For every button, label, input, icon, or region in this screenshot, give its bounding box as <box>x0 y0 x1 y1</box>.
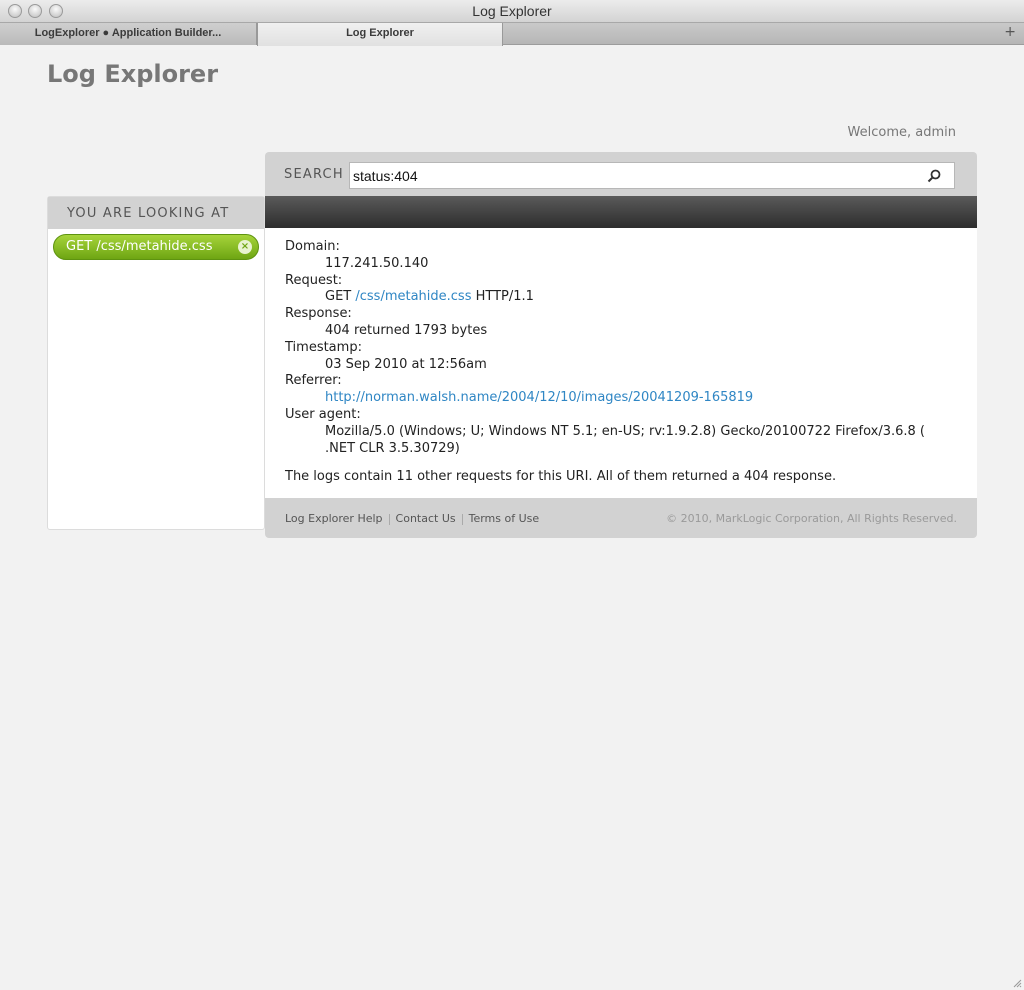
request-label: Request: <box>285 272 343 288</box>
timestamp-label: Timestamp: <box>285 339 362 355</box>
filter-label: GET /css/metahide.css <box>66 239 213 254</box>
resize-grip-icon[interactable] <box>1012 978 1022 988</box>
domain-value: 117.241.50.140 <box>325 255 429 271</box>
help-link[interactable]: Log Explorer Help <box>285 512 383 525</box>
response-value: 404 returned 1793 bytes <box>325 322 488 338</box>
sidebar-heading: YOU ARE LOOKING AT <box>48 197 264 229</box>
page-title: Log Explorer <box>47 60 219 88</box>
terms-link[interactable]: Terms of Use <box>469 512 540 525</box>
request-protocol: HTTP/1.1 <box>475 289 534 305</box>
add-tab-button[interactable]: + <box>1004 24 1016 40</box>
request-summary: The logs contain 11 other requests for t… <box>285 469 837 485</box>
user-agent-label: User agent: <box>285 406 361 422</box>
response-label: Response: <box>285 306 352 322</box>
search-label: SEARCH <box>284 167 344 182</box>
request-method: GET <box>325 289 352 305</box>
contact-link[interactable]: Contact Us <box>396 512 456 525</box>
tab-bar: LogExplorer ● Application Builder... Log… <box>0 23 1024 46</box>
request-path-link[interactable]: /css/metahide.css <box>355 289 471 304</box>
referrer-link[interactable]: http://norman.walsh.name/2004/12/10/imag… <box>325 390 753 405</box>
active-filter-pill[interactable]: GET /css/metahide.css × <box>53 234 259 260</box>
search-input[interactable] <box>350 163 920 188</box>
results-header-bar <box>265 196 977 228</box>
sidebar: YOU ARE LOOKING AT GET /css/metahide.css… <box>47 196 265 530</box>
referrer-label: Referrer: <box>285 373 342 389</box>
window-title: Log Explorer <box>472 3 552 19</box>
footer: Log Explorer Help Contact Us Terms of Use … <box>265 498 977 538</box>
timestamp-value: 03 Sep 2010 at 12:56am <box>325 356 487 372</box>
referrer-value: http://norman.walsh.name/2004/12/10/imag… <box>285 390 957 407</box>
footer-divider <box>461 513 463 525</box>
search-box <box>349 162 955 189</box>
window-titlebar: Log Explorer <box>0 0 1024 23</box>
main-panel: SEARCH Domain: 117.241.50.140 Request: G… <box>265 152 977 538</box>
log-details: Domain: 117.241.50.140 Request: GET /css… <box>265 228 977 498</box>
footer-divider <box>388 513 390 525</box>
remove-filter-icon[interactable]: × <box>238 240 252 254</box>
request-value: GET /css/metahide.css HTTP/1.1 <box>285 289 957 306</box>
user-agent-value: Mozilla/5.0 (Windows; U; Windows NT 5.1;… <box>325 423 925 456</box>
welcome-message: Welcome, admin <box>847 125 956 140</box>
domain-label: Domain: <box>285 239 340 254</box>
tab-application-builder[interactable]: LogExplorer ● Application Builder... <box>0 23 257 45</box>
tab-log-explorer[interactable]: Log Explorer <box>257 23 503 46</box>
copyright: © 2010, MarkLogic Corporation, All Right… <box>666 512 957 525</box>
search-icon[interactable] <box>926 168 942 184</box>
